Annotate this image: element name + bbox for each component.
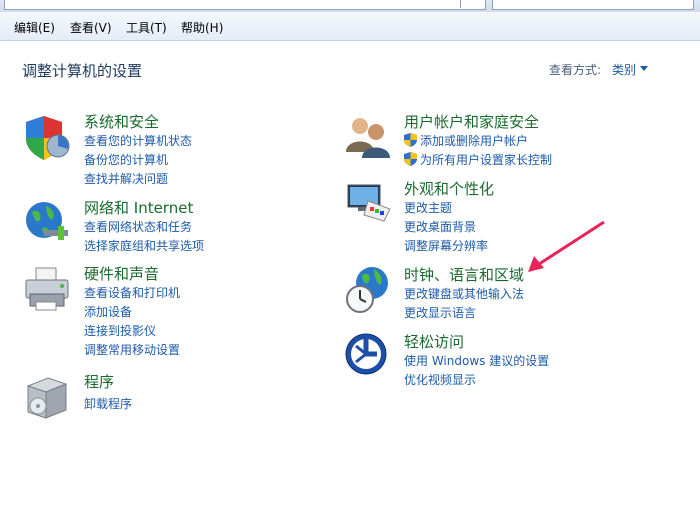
link-devices-printers[interactable]: 查看设备和打印机 xyxy=(84,284,180,301)
address-dropdown-button[interactable] xyxy=(460,0,483,8)
printer-icon xyxy=(25,267,69,311)
link-projector[interactable]: 连接到投影仪 xyxy=(84,322,156,339)
link-resolution[interactable]: 调整屏幕分辨率 xyxy=(404,237,488,254)
view-by-dropdown[interactable]: 类别 xyxy=(612,61,636,78)
category-title-programs[interactable]: 程序 xyxy=(84,371,114,392)
link-add-remove-accounts[interactable]: 添加或删除用户帐户 xyxy=(420,132,528,149)
uac-shield-icon xyxy=(404,133,417,147)
uac-shield-icon xyxy=(404,152,417,166)
link-add-device[interactable]: 添加设备 xyxy=(84,303,132,320)
ease-of-access-icon xyxy=(345,333,387,375)
category-title-hardware[interactable]: 硬件和声音 xyxy=(84,263,159,284)
view-by-label: 查看方式: xyxy=(549,63,602,77)
link-keyboard-input[interactable]: 更改键盘或其他输入法 xyxy=(404,285,524,302)
users-icon xyxy=(346,118,390,158)
category-title-users[interactable]: 用户帐户和家庭安全 xyxy=(404,111,539,132)
category-title-network[interactable]: 网络和 Internet xyxy=(84,197,193,218)
globe-network-icon xyxy=(26,202,68,240)
page-title: 调整计算机的设置 xyxy=(22,62,143,80)
link-display-language[interactable]: 更改显示语言 xyxy=(404,304,476,321)
menu-tools[interactable]: 工具(T) xyxy=(126,19,167,36)
category-title-appearance[interactable]: 外观和个性化 xyxy=(404,178,494,199)
link-optimize-display[interactable]: 优化视频显示 xyxy=(404,371,476,388)
link-parental-controls[interactable]: 为所有用户设置家长控制 xyxy=(420,151,552,168)
category-title-ease[interactable]: 轻松访问 xyxy=(404,331,464,352)
link-desktop-background[interactable]: 更改桌面背景 xyxy=(404,218,476,235)
link-change-theme[interactable]: 更改主题 xyxy=(404,199,452,216)
category-title-system[interactable]: 系统和安全 xyxy=(84,111,159,132)
link-homegroup[interactable]: 选择家庭组和共享选项 xyxy=(84,237,204,254)
chevron-down-icon[interactable] xyxy=(640,66,648,71)
link-mobility[interactable]: 调整常用移动设置 xyxy=(84,341,180,358)
search-input[interactable] xyxy=(492,0,694,10)
address-bar[interactable] xyxy=(4,0,486,10)
link-network-status[interactable]: 查看网络状态和任务 xyxy=(84,218,192,235)
link-uninstall[interactable]: 卸载程序 xyxy=(84,395,132,412)
link-troubleshoot[interactable]: 查找并解决问题 xyxy=(84,170,168,187)
menu-help[interactable]: 帮助(H) xyxy=(181,19,223,36)
link-backup[interactable]: 备份您的计算机 xyxy=(84,151,168,168)
clock-globe-icon xyxy=(346,267,388,313)
address-bar-strip xyxy=(0,0,700,12)
programs-box-icon xyxy=(26,377,68,419)
link-windows-suggested[interactable]: 使用 Windows 建议的设置 xyxy=(404,352,549,369)
appearance-monitor-icon xyxy=(347,184,391,222)
menu-view[interactable]: 查看(V) xyxy=(70,19,112,36)
category-title-clock[interactable]: 时钟、语言和区域 xyxy=(404,264,524,285)
annotation-arrow xyxy=(528,220,605,272)
shield-chart-icon xyxy=(26,116,70,160)
menu-bar: 编辑(E) 查看(V) 工具(T) 帮助(H) xyxy=(0,12,700,41)
menu-edit[interactable]: 编辑(E) xyxy=(14,19,55,36)
link-view-status[interactable]: 查看您的计算机状态 xyxy=(84,132,192,149)
